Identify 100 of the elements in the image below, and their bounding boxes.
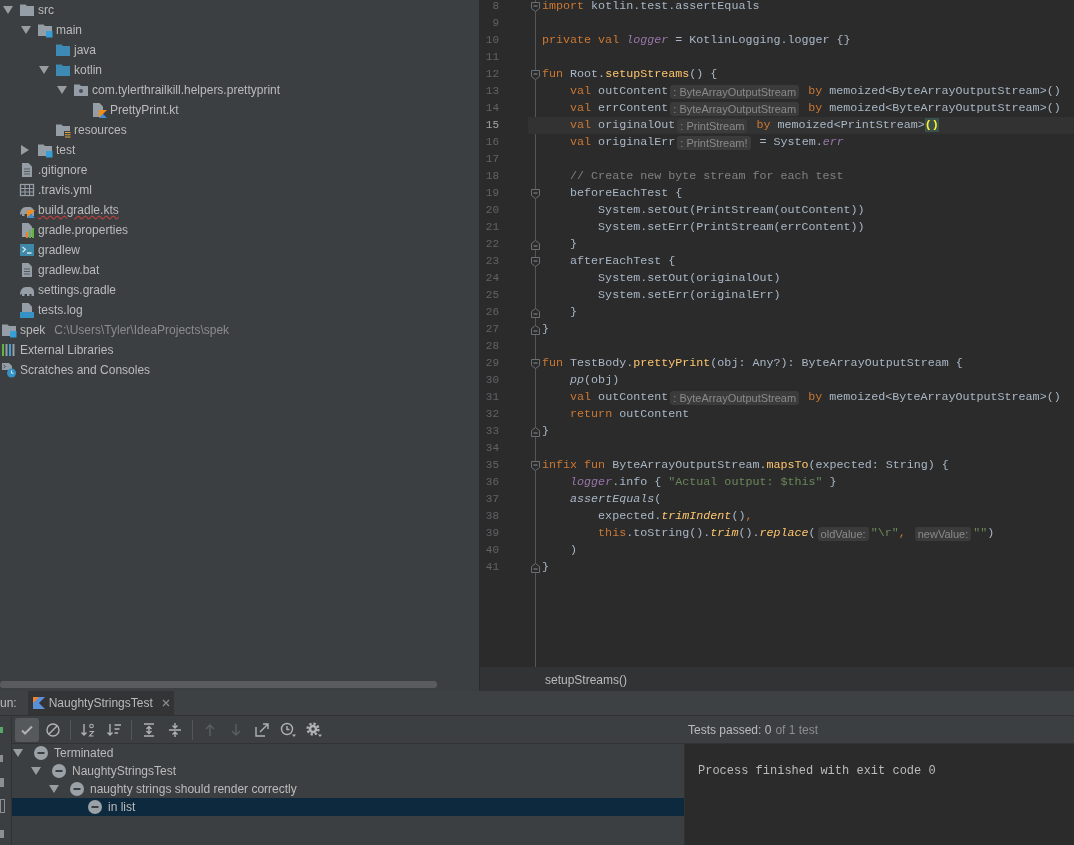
fold-marker-icon[interactable] bbox=[530, 239, 540, 250]
tree-item[interactable]: main bbox=[56, 21, 82, 39]
tree-item[interactable]: test bbox=[56, 141, 76, 159]
code-text: afterEachTest { bbox=[570, 253, 676, 270]
code-text: fun TestBody.prettyPrint(obj: Any?): ByteArrayOutputStream { bbox=[542, 355, 963, 372]
triangle-down-icon[interactable] bbox=[57, 86, 67, 94]
code-text: assertEquals( bbox=[570, 491, 662, 508]
line-number: 16 bbox=[484, 135, 499, 151]
inlay-hint: : PrintStream bbox=[677, 118, 748, 133]
code-text: System.setOut(originalOut) bbox=[598, 270, 781, 287]
fold-marker-icon[interactable] bbox=[530, 1, 540, 12]
inlay-hint: : ByteArrayOutputStream bbox=[670, 101, 800, 116]
terminal-icon bbox=[19, 242, 35, 258]
code-text: infix fun ByteArrayOutputStream.mapsTo(expected: String) { bbox=[542, 457, 949, 474]
folder-icon bbox=[55, 62, 71, 78]
tree-item[interactable]: Scratches and Consoles bbox=[20, 361, 151, 379]
test-name[interactable]: naughty strings should render correctly bbox=[90, 780, 297, 798]
line-number: 23 bbox=[484, 254, 499, 270]
triangle-down-icon[interactable] bbox=[13, 749, 23, 757]
partial-icon[interactable] bbox=[0, 799, 5, 813]
tree-item[interactable]: .gitignore bbox=[38, 161, 88, 179]
fold-marker-icon[interactable] bbox=[530, 188, 540, 199]
tree-item[interactable]: External Libraries bbox=[20, 341, 114, 359]
breadcrumb[interactable]: setupStreams() bbox=[545, 670, 628, 689]
tree-item[interactable]: settings.gradle bbox=[38, 281, 117, 299]
collapse-all-icon bbox=[167, 721, 183, 738]
export-icon bbox=[254, 721, 270, 738]
tree-item[interactable]: .travis.yml bbox=[38, 181, 92, 199]
triangle-down-icon[interactable] bbox=[49, 785, 59, 793]
triangle-down-icon[interactable] bbox=[31, 767, 41, 775]
test-name[interactable]: in list bbox=[108, 798, 136, 816]
table-icon bbox=[19, 182, 35, 198]
inlay-hint: : ByteArrayOutputStream bbox=[670, 390, 800, 405]
triangle-down-icon[interactable] bbox=[3, 6, 13, 14]
code-text: return outContent bbox=[570, 406, 690, 423]
line-number: 30 bbox=[484, 373, 499, 389]
code-text: by memoized<ByteArrayOutputStream>() bbox=[808, 389, 1061, 406]
triangle-right-icon[interactable] bbox=[21, 145, 29, 155]
tree-item[interactable]: PrettyPrint.kt bbox=[110, 101, 179, 119]
tree-item[interactable]: gradlew bbox=[38, 241, 81, 259]
line-number: 19 bbox=[484, 186, 499, 202]
fold-marker-icon[interactable] bbox=[530, 358, 540, 369]
line-number: 27 bbox=[484, 322, 499, 338]
fold-marker-icon[interactable] bbox=[530, 256, 540, 267]
code-text: pp(obj) bbox=[570, 372, 620, 389]
run-tab[interactable]: NaughtyStringsTest bbox=[27, 691, 174, 715]
fold-marker-icon[interactable] bbox=[530, 426, 540, 437]
fold-marker-icon[interactable] bbox=[530, 69, 540, 80]
line-number: 24 bbox=[484, 271, 499, 287]
tree-item[interactable]: spek bbox=[20, 321, 46, 339]
line-number: 22 bbox=[484, 237, 499, 253]
tree-item[interactable]: src bbox=[38, 1, 54, 19]
code-text: // Create new byte stream for each test bbox=[570, 168, 844, 185]
line-number: 32 bbox=[484, 407, 499, 423]
bar-chart-file-icon bbox=[19, 222, 35, 238]
minus-circle-icon bbox=[88, 800, 102, 814]
circle-slash-icon bbox=[45, 721, 61, 738]
tree-item[interactable]: tests.log bbox=[38, 301, 83, 319]
code-text: logger.info { "Actual output: $this" } bbox=[570, 474, 837, 491]
library-bars-icon bbox=[1, 342, 17, 358]
fold-marker-icon[interactable] bbox=[530, 324, 540, 335]
tree-item[interactable]: gradle.properties bbox=[38, 221, 129, 239]
text-file-icon bbox=[19, 262, 35, 278]
tree-item[interactable]: java bbox=[74, 41, 96, 59]
fold-marker-icon[interactable] bbox=[530, 562, 540, 573]
code-text: val outContent bbox=[570, 83, 669, 100]
triangle-down-icon[interactable] bbox=[39, 66, 49, 74]
line-number: 18 bbox=[484, 169, 499, 185]
line-number: 40 bbox=[484, 543, 499, 559]
test-name[interactable]: NaughtyStringsTest bbox=[72, 762, 177, 780]
selected-row[interactable]: in list bbox=[12, 798, 684, 816]
line-number: 13 bbox=[484, 84, 499, 100]
inlay-hint: : PrintStream! bbox=[677, 135, 751, 150]
tree-item[interactable]: com.tylerthrailkill.helpers.prettyprint bbox=[92, 81, 281, 99]
test-name[interactable]: Terminated bbox=[54, 744, 114, 762]
expand-all-icon bbox=[141, 721, 157, 738]
code-text: System.setErr(originalErr) bbox=[598, 287, 781, 304]
sort-bars-icon bbox=[106, 721, 122, 738]
line-number: 26 bbox=[484, 305, 499, 321]
minus-circle-icon bbox=[34, 746, 48, 760]
scrollbar-thumb[interactable] bbox=[0, 681, 437, 688]
line-number: 37 bbox=[484, 492, 499, 508]
close-icon[interactable] bbox=[161, 699, 170, 707]
tree-item[interactable]: build.gradle.kts bbox=[38, 201, 119, 219]
code-text: val errContent bbox=[570, 100, 669, 117]
scratch-file-icon bbox=[1, 362, 17, 378]
triangle-down-icon[interactable] bbox=[21, 26, 31, 34]
code-text: System.setOut(PrintStream(outContent)) bbox=[598, 202, 865, 219]
tree-item[interactable]: resources bbox=[74, 121, 127, 139]
code-text: beforeEachTest { bbox=[570, 185, 683, 202]
fold-marker-icon[interactable] bbox=[530, 307, 540, 318]
code-text: this.toString().trim().replace( bbox=[598, 525, 816, 542]
toolbar-button[interactable] bbox=[15, 717, 39, 742]
fold-marker-icon[interactable] bbox=[530, 460, 540, 471]
tree-item[interactable]: gradlew.bat bbox=[38, 261, 100, 279]
line-number: 12 bbox=[484, 67, 499, 83]
line-number: 39 bbox=[484, 526, 499, 542]
inlay-hint: : ByteArrayOutputStream bbox=[670, 84, 800, 99]
tree-item[interactable]: kotlin bbox=[74, 61, 102, 79]
code-text: } bbox=[542, 423, 549, 440]
